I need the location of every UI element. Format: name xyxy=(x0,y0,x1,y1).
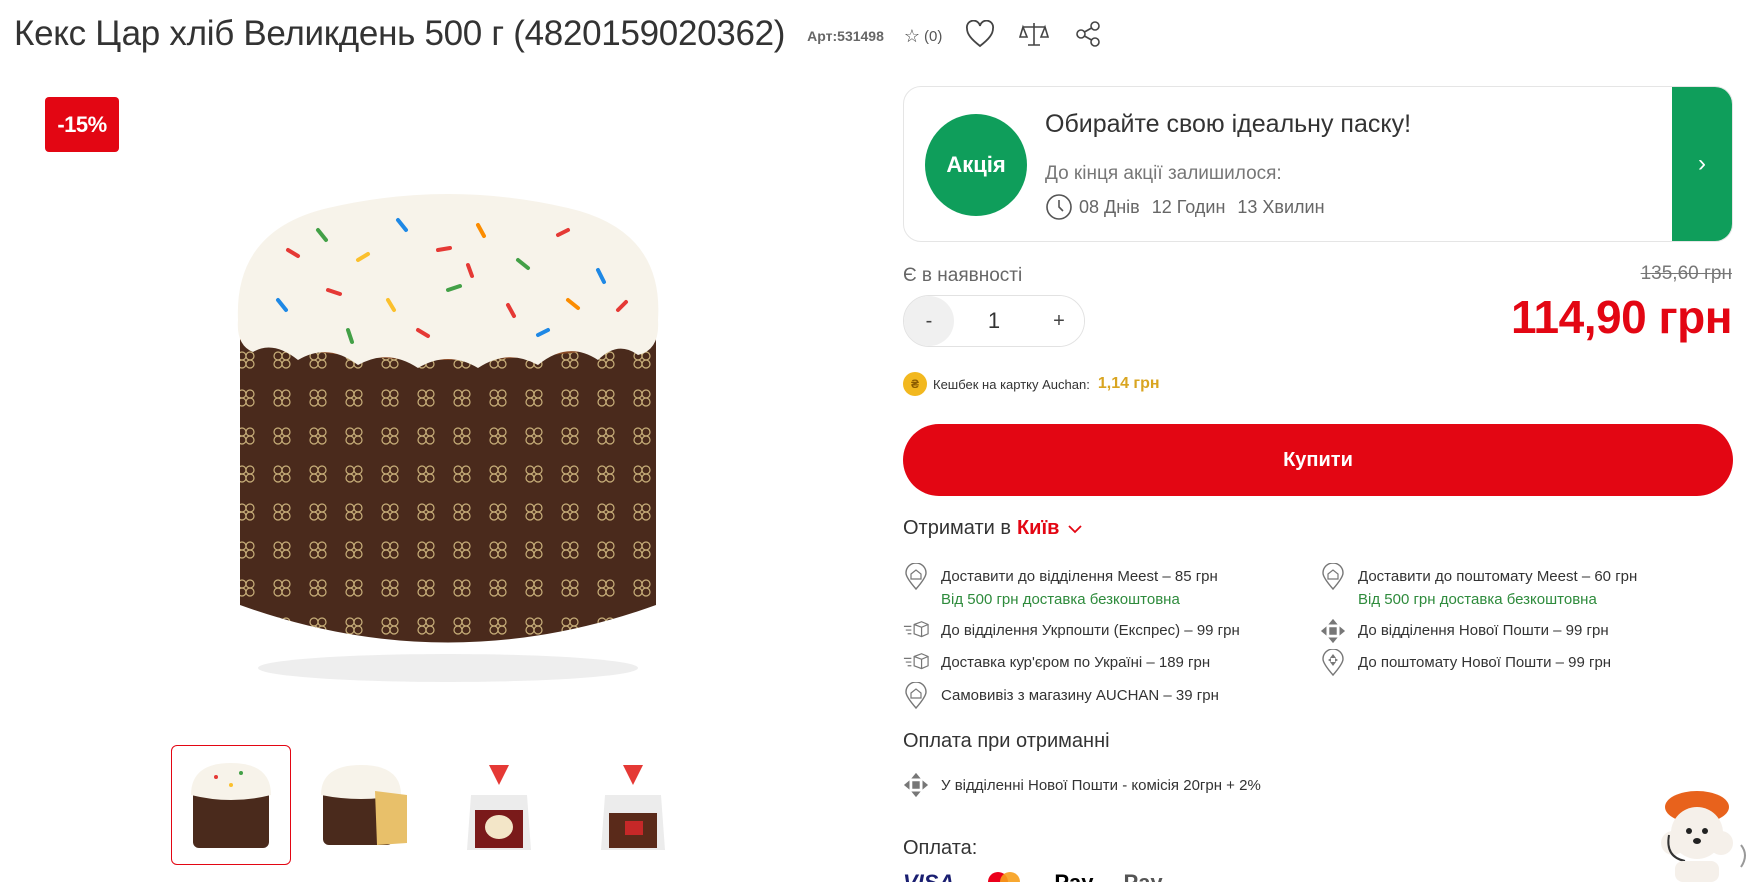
cashback-info: ₴ Кешбек на картку Auchan: 1,14 грн xyxy=(903,372,1160,396)
promo-timer: 08 Днів 12 Годин 13 Хвилин xyxy=(1045,193,1325,221)
delivery-text: Доставити до поштомату Meest – 60 грн xyxy=(1358,568,1638,585)
product-page: Кекс Цар хліб Великдень 500 г (482015902… xyxy=(0,0,1752,882)
thumbnail-image xyxy=(467,765,531,850)
apple-pay-logo: Pay xyxy=(1054,870,1093,882)
receive-label: Отримати в xyxy=(903,517,1011,539)
map-pin-home-icon xyxy=(903,682,929,710)
clock-icon xyxy=(1046,194,1072,220)
increase-quantity-button[interactable]: + xyxy=(1034,296,1084,346)
promo-title: Обирайте свою ідеальну паску! xyxy=(1045,110,1412,138)
map-pin-home-icon xyxy=(1320,563,1346,591)
promo-subtitle: До кінця акції залишилося: xyxy=(1045,163,1282,184)
star-icon: ☆ xyxy=(903,25,921,46)
delivery-option: Доставити до відділення Meest – 85 грн Ві… xyxy=(903,563,1218,608)
delivery-text: До відділення Нової Пошти – 99 грн xyxy=(1358,622,1609,639)
fast-box-icon xyxy=(903,618,929,644)
delivery-text: Доставка кур'єром по Україні – 189 грн xyxy=(941,654,1211,671)
pay-on-receive-option: У відділенні Нової Пошти - комісія 20грн… xyxy=(903,772,1261,798)
promo-minutes: 13 Хвилин xyxy=(1237,196,1325,217)
product-sku: Арт:531498 xyxy=(807,28,884,44)
quantity-value[interactable]: 1 xyxy=(988,308,1000,334)
map-pin-home-icon xyxy=(903,563,929,591)
title-row: Кекс Цар хліб Великдень 500 г (482015902… xyxy=(14,10,1104,58)
promo-days: 08 Днів xyxy=(1079,196,1140,217)
receive-location: Отримати в Київ xyxy=(903,517,1083,540)
discount-badge: -15% xyxy=(45,97,119,152)
old-price: 135,60 грн xyxy=(1640,263,1732,284)
thumbnail-image xyxy=(191,763,271,848)
thumbnail-4[interactable] xyxy=(573,745,693,865)
promo-next-button[interactable]: › xyxy=(1672,87,1732,241)
delivery-option: Доставка кур'єром по Україні – 189 грн xyxy=(903,653,1211,676)
nova-pin-icon xyxy=(1320,649,1346,677)
delivery-option: До поштомату Нової Пошти – 99 грн xyxy=(1320,649,1612,677)
rating-count: (0) xyxy=(924,27,943,45)
payment-logos: VISA Pay Pay xyxy=(903,870,1163,882)
thumbnail-image xyxy=(601,765,665,850)
visa-logo: VISA xyxy=(903,870,954,882)
delivery-option: До відділення Укрпошти (Експрес) – 99 гр… xyxy=(903,621,1240,644)
delivery-text: Доставити до відділення Meest – 85 грн xyxy=(941,568,1218,585)
chevron-down-icon[interactable] xyxy=(1067,523,1083,535)
payment-title: Оплата: xyxy=(903,837,978,859)
delivery-text: До поштомату Нової Пошти – 99 грн xyxy=(1358,654,1612,671)
delivery-note: Від 500 грн доставка безкоштовна xyxy=(1358,591,1597,608)
delivery-note: Від 500 грн доставка безкоштовна xyxy=(941,591,1180,608)
fast-box-icon xyxy=(903,650,929,676)
current-price: 114,90 грн xyxy=(1511,291,1732,343)
promo-hours: 12 Годин xyxy=(1151,196,1226,217)
pay-on-receive-title: Оплата при отриманні xyxy=(903,730,1110,752)
heart-icon xyxy=(966,20,995,48)
thumbnail-1[interactable] xyxy=(171,745,291,865)
promo-card[interactable]: Акція Обирайте свою ідеальну паску! До к… xyxy=(903,86,1733,242)
delivery-option: До відділення Нової Пошти – 99 грн xyxy=(1320,618,1609,644)
delivery-option: Доставити до поштомату Meest – 60 грн Від… xyxy=(1320,563,1638,608)
delivery-text: До відділення Укрпошти (Експрес) – 99 гр… xyxy=(941,622,1240,639)
stock-status: Є в наявності xyxy=(903,265,1023,286)
share-button[interactable] xyxy=(1072,18,1104,50)
share-icon xyxy=(1076,21,1101,47)
compare-button[interactable] xyxy=(1018,18,1050,50)
chevron-right-icon: › xyxy=(1698,150,1706,177)
nova-poshta-icon xyxy=(903,772,929,798)
cashback-value: 1,14 грн xyxy=(1097,375,1160,392)
support-chat-mascot[interactable] xyxy=(1645,785,1752,882)
thumbnail-strip xyxy=(171,745,693,865)
thumbnail-2[interactable] xyxy=(305,745,425,865)
pay-on-receive-text: У відділенні Нової Пошти - комісія 20грн… xyxy=(941,776,1261,794)
city-selector[interactable]: Київ xyxy=(1017,517,1059,540)
thumbnail-image xyxy=(321,765,407,845)
cashback-label: Кешбек на картку Auchan: xyxy=(933,376,1090,392)
mastercard-logo xyxy=(984,870,1024,882)
favorite-button[interactable] xyxy=(964,18,996,50)
google-pay-logo: Pay xyxy=(1124,870,1163,882)
nova-poshta-icon xyxy=(1320,618,1346,644)
scales-icon xyxy=(1019,23,1050,46)
promo-badge: Акція xyxy=(925,114,1027,216)
delivery-text: Самовивіз з магазину AUCHAN – 39 грн xyxy=(941,687,1219,704)
quantity-stepper: - 1 + xyxy=(903,295,1085,347)
rating[interactable]: ☆ (0) xyxy=(904,26,942,47)
product-main-image[interactable] xyxy=(228,190,668,690)
thumbnail-3[interactable] xyxy=(439,745,559,865)
delivery-option: Самовивіз з магазину AUCHAN – 39 грн xyxy=(903,682,1219,710)
decrease-quantity-button[interactable]: - xyxy=(904,296,954,346)
buy-button[interactable]: Купити xyxy=(903,424,1733,496)
coin-icon: ₴ xyxy=(903,372,927,396)
product-title: Кекс Цар хліб Великдень 500 г (482015902… xyxy=(14,14,786,53)
